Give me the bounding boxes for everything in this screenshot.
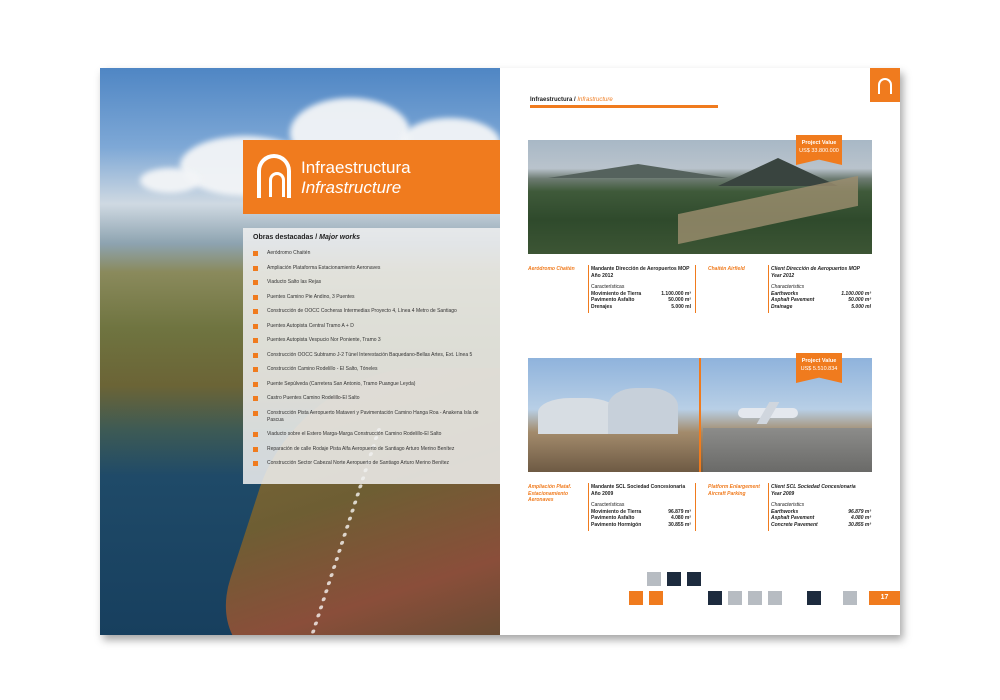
- terminal-building: [608, 388, 678, 434]
- section-title: Infraestructura: [301, 158, 411, 177]
- flag-title: Project Value: [801, 140, 837, 146]
- list-item: Reparación de calle Rodaje Pista Alfa Ae…: [253, 446, 493, 453]
- list-item: Puentes Autopista Vespucio Nor Poniente,…: [253, 337, 493, 344]
- list-item: Castro Puentes Camino Rodelillo-El Salto: [253, 395, 493, 402]
- spec-row: Drenajes 5.000 ml: [591, 304, 691, 311]
- decor-square: [708, 591, 722, 605]
- decor-square: [728, 591, 742, 605]
- project1-details-en: Client Dirección de Aeropuertos MOP Year…: [771, 266, 873, 310]
- works-heading-en: Major works: [319, 234, 361, 241]
- flag-title: Project Value: [801, 358, 837, 364]
- list-item: Ampliación Plataforma Estacionamiento Ae…: [253, 265, 493, 272]
- list-item: Viaducto sobre el Estero Marga-Marga Con…: [253, 431, 493, 438]
- project1-name-es: Aeródromo Chaitén: [528, 266, 575, 272]
- divider: [768, 265, 769, 313]
- photo-divider: [699, 358, 701, 472]
- terminal-building: [538, 398, 618, 434]
- divider: [768, 483, 769, 531]
- page-number: 17: [869, 591, 900, 605]
- project2-details-en: Client SCL Sociedad Concesionaria Year 2…: [771, 484, 873, 528]
- list-item: Puente Sepúlveda (Carretera San Antonio,…: [253, 381, 493, 388]
- spec-key: Drainage: [771, 303, 793, 310]
- works-list: Aeródromo Chaitén Ampliación Plataforma …: [253, 250, 493, 475]
- client: Client Dirección de Aeropuertos MOP: [771, 266, 860, 272]
- decor-square: [843, 591, 857, 605]
- breadcrumb-underline: [530, 105, 718, 108]
- list-item: Construcción de OOCC Cocheras Intermedia…: [253, 308, 493, 315]
- runway: [703, 428, 872, 472]
- brochure-spread: Infraestructura Infrastructure Obras des…: [100, 68, 900, 635]
- spec-row: Pavimento Hormigón 30.855 m²: [591, 522, 691, 529]
- year: Year 2009: [771, 490, 795, 497]
- runway-clearing: [678, 175, 858, 245]
- spec-key: Concrete Pavement: [771, 521, 818, 528]
- spec-row: Drainage 5.000 ml: [771, 304, 871, 311]
- list-item: Construcción Sector Cabezal Norte Aeropu…: [253, 460, 493, 467]
- spec-key: Drenajes: [591, 303, 613, 310]
- divider: [588, 265, 589, 313]
- list-item: Viaducto Salto las Rejas: [253, 279, 493, 286]
- project1-details-es: Mandante Dirección de Aeropuertos MOP Añ…: [591, 266, 693, 310]
- decor-square: [768, 591, 782, 605]
- right-page: Infraestructura / Infrastructure Project…: [500, 68, 900, 635]
- decor-square: [629, 591, 643, 605]
- list-item: Construcción Pista Aeropuerto Mataveri y…: [253, 410, 493, 424]
- year: Año 2009: [591, 490, 614, 497]
- list-item: Puentes Camino Pie Andino, 3 Puentes: [253, 294, 493, 301]
- list-item: Aeródromo Chaitén: [253, 250, 493, 257]
- list-item: Construcción Camino Rodelillo - El Salto…: [253, 366, 493, 373]
- project2-name-en: Platform Enlargement Aircraft Parking: [708, 484, 760, 497]
- project1-name-en: Chaitén Airfield: [708, 266, 745, 272]
- decor-square: [687, 572, 701, 586]
- spec-row: Concrete Pavement 30.855 m²: [771, 522, 871, 529]
- tunnel-icon: [257, 154, 291, 198]
- spec-value: 5.000 ml: [671, 303, 691, 310]
- list-item: Puentes Autopista Central Tramo A + D: [253, 323, 493, 330]
- year: Year 2012: [771, 272, 795, 279]
- section-title-box: Infraestructura Infrastructure: [243, 140, 500, 214]
- list-item: Construcción OOCC Subtramo J-2 Túnel Int…: [253, 352, 493, 359]
- left-page-aerial-photo: Infraestructura Infrastructure Obras des…: [100, 68, 500, 635]
- decor-square: [649, 591, 663, 605]
- spec-value: 30.855 m²: [848, 521, 871, 528]
- decor-square: [748, 591, 762, 605]
- section-subtitle: Infrastructure: [301, 178, 402, 197]
- major-works-panel: Obras destacadas / Major works Aeródromo…: [243, 228, 500, 484]
- breadcrumb-en: Infrastructure: [577, 97, 613, 103]
- divider: [588, 483, 589, 531]
- corner-tab: [870, 68, 900, 102]
- decor-square: [667, 572, 681, 586]
- client: Mandante Dirección de Aeropuertos MOP: [591, 266, 690, 272]
- divider: [695, 265, 696, 313]
- divider: [695, 483, 696, 531]
- spec-value: 5.000 ml: [851, 303, 871, 310]
- works-heading-es: Obras destacadas /: [253, 234, 318, 241]
- breadcrumb: Infraestructura / Infrastructure: [530, 97, 613, 103]
- project2-details-es: Mandante SCL Sociedad Concesionaria Año …: [591, 484, 693, 528]
- flag-value: US$ 33.800.000: [799, 148, 839, 154]
- year: Año 2012: [591, 272, 614, 279]
- airplane: [738, 408, 798, 418]
- tunnel-icon: [878, 78, 892, 94]
- decor-square: [807, 591, 821, 605]
- hills: [548, 164, 728, 178]
- cloud: [140, 168, 200, 193]
- major-works-heading: Obras destacadas / Major works: [253, 234, 360, 241]
- decor-square: [647, 572, 661, 586]
- project2-name-es: Ampliación Plataf. Estacionamiento Aeron…: [528, 484, 572, 503]
- spec-value: 30.855 m²: [668, 521, 691, 528]
- spec-key: Pavimento Hormigón: [591, 521, 642, 528]
- breadcrumb-es: Infraestructura /: [530, 97, 576, 103]
- volcano: [718, 158, 838, 186]
- flag-value: US$ 5.510.834: [800, 366, 838, 372]
- client: Mandante SCL Sociedad Concesionaria: [591, 484, 686, 490]
